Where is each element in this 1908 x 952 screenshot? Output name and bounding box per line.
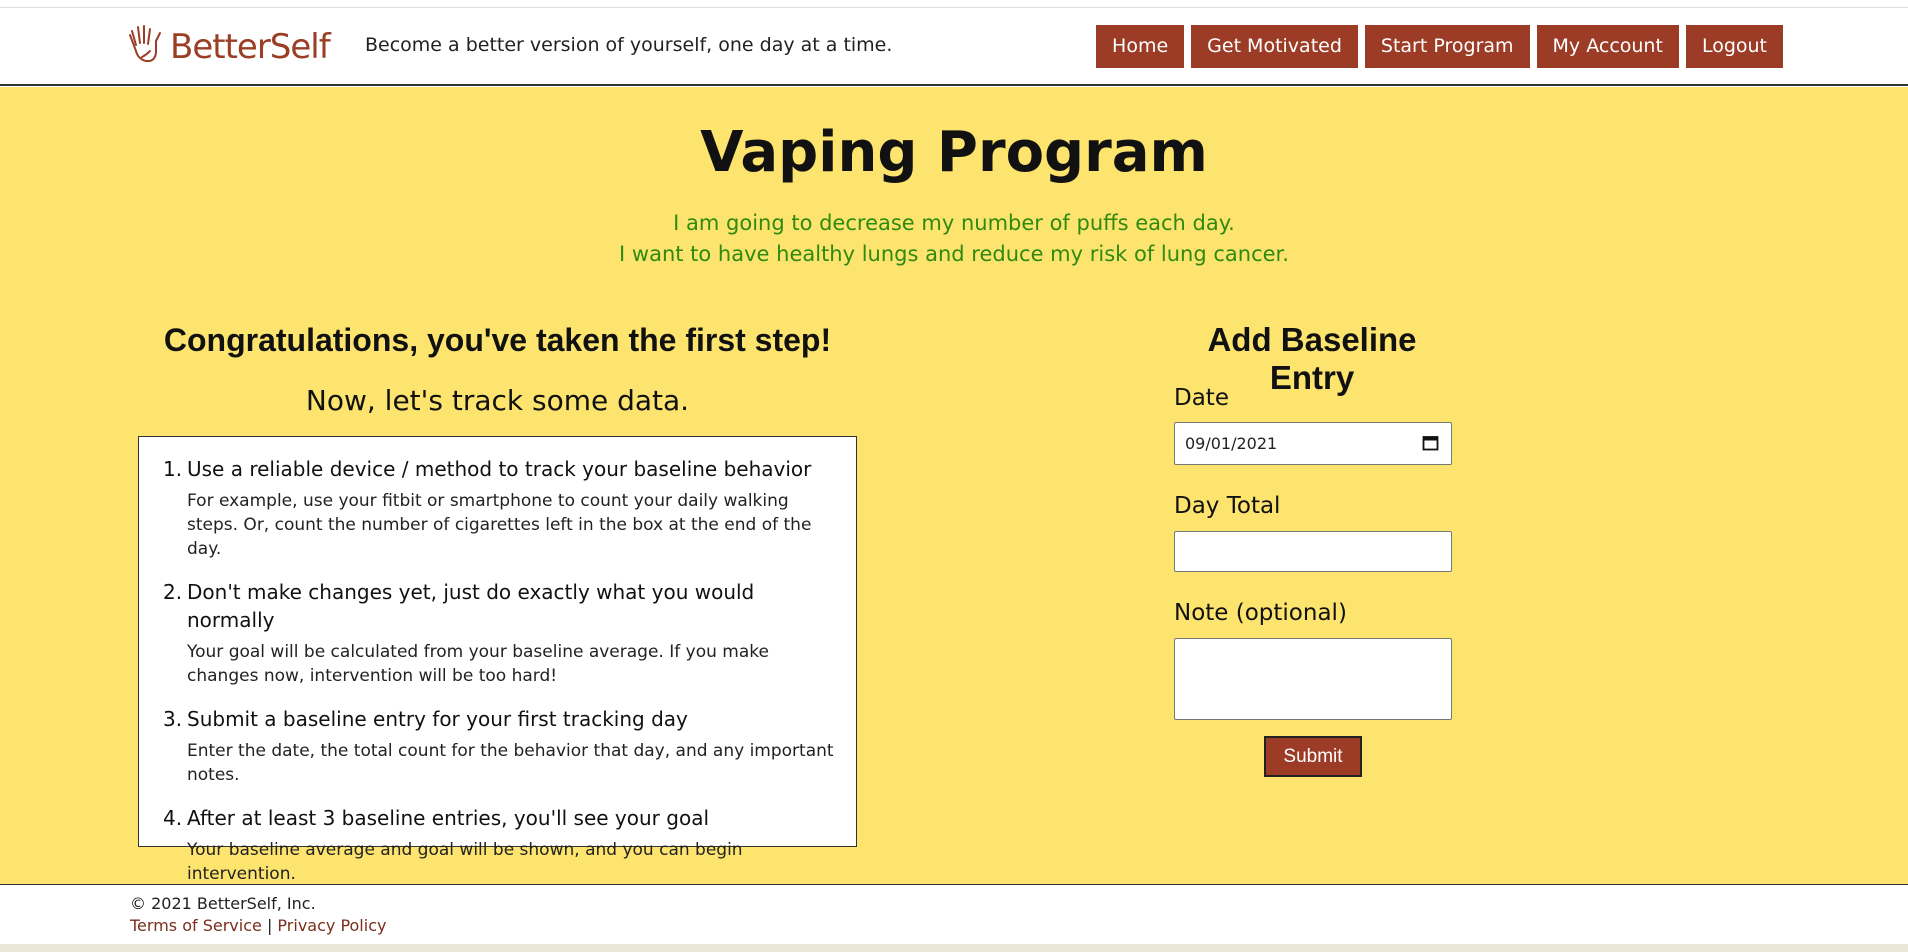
- browser-bottom-strip: [0, 944, 1908, 952]
- step-title: Don't make changes yet, just do exactly …: [187, 580, 755, 632]
- nav-get-motivated-button[interactable]: Get Motivated: [1191, 25, 1358, 68]
- steps-list: 1. Use a reliable device / method to tra…: [138, 436, 857, 884]
- congrats-heading: Congratulations, you've taken the first …: [163, 322, 832, 358]
- date-label: Date: [1174, 385, 1229, 411]
- track-subheading: Now, let's track some data.: [305, 384, 690, 417]
- day-total-label: Day Total: [1174, 493, 1281, 519]
- step-item: 3. Submit a baseline entry for your firs…: [163, 705, 836, 787]
- step-item: 2. Don't make changes yet, just do exact…: [163, 578, 836, 688]
- goal-statement-1: I am going to decrease my number of puff…: [673, 211, 1235, 235]
- brand-name: BetterSelf: [170, 27, 331, 67]
- step-description: For example, use your fitbit or smartpho…: [187, 491, 812, 559]
- logo[interactable]: BetterSelf: [120, 21, 331, 73]
- calendar-icon[interactable]: [1422, 434, 1439, 451]
- note-textarea[interactable]: [1174, 638, 1452, 720]
- step-description: Your goal will be calculated from your b…: [187, 642, 769, 686]
- date-input[interactable]: 09/01/2021: [1174, 422, 1452, 465]
- step-item: 4. After at least 3 baseline entries, yo…: [163, 804, 836, 886]
- browser-top-strip: [0, 0, 1908, 8]
- step-title: Use a reliable device / method to track …: [187, 457, 812, 481]
- hands-icon: [120, 21, 168, 73]
- day-total-input[interactable]: [1174, 531, 1452, 572]
- nav-my-account-button[interactable]: My Account: [1536, 25, 1679, 68]
- site-header: BetterSelf Become a better version of yo…: [0, 8, 1908, 86]
- step-title: After at least 3 baseline entries, you'l…: [187, 806, 710, 830]
- terms-of-service-link[interactable]: Terms of Service: [130, 916, 262, 935]
- footer-separator: |: [266, 916, 273, 935]
- step-title: Submit a baseline entry for your first t…: [187, 707, 688, 731]
- nav-logout-button[interactable]: Logout: [1685, 25, 1783, 68]
- submit-button[interactable]: Submit: [1264, 736, 1362, 777]
- footer-links: Terms of Service | Privacy Policy: [130, 916, 386, 935]
- step-number: 2.: [163, 580, 183, 604]
- date-value: 09/01/2021: [1185, 434, 1278, 453]
- tagline: Become a better version of yourself, one…: [365, 34, 893, 56]
- step-description: Enter the date, the total count for the …: [187, 741, 834, 785]
- goal-statement-2: I want to have healthy lungs and reduce …: [619, 242, 1289, 266]
- nav-start-program-button[interactable]: Start Program: [1364, 25, 1530, 68]
- privacy-policy-link[interactable]: Privacy Policy: [277, 916, 386, 935]
- step-number: 3.: [163, 707, 183, 731]
- copyright: © 2021 BetterSelf, Inc.: [130, 894, 316, 913]
- main-nav: Home Get Motivated Start Program My Acco…: [1096, 25, 1783, 68]
- step-description: Your baseline average and goal will be s…: [187, 840, 743, 884]
- page-title: Vaping Program: [700, 120, 1208, 185]
- step-number: 4.: [163, 806, 183, 830]
- note-label: Note (optional): [1174, 600, 1347, 626]
- step-item: 1. Use a reliable device / method to tra…: [163, 455, 836, 561]
- nav-home-button[interactable]: Home: [1096, 25, 1185, 68]
- program-main: Vaping Program I am going to decrease my…: [0, 87, 1908, 884]
- step-number: 1.: [163, 457, 183, 481]
- site-footer: © 2021 BetterSelf, Inc. Terms of Service…: [0, 884, 1908, 944]
